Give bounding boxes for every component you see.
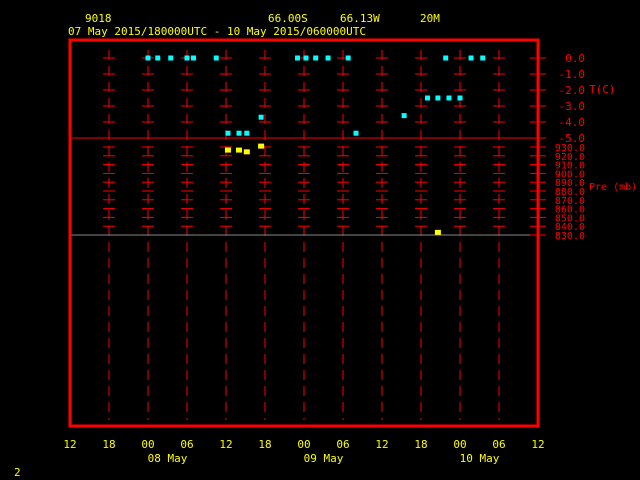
temperature-point — [425, 95, 430, 101]
temperature-point — [313, 55, 319, 61]
temperature-point — [353, 130, 359, 136]
latitude: 66.00S — [268, 12, 308, 25]
temperature-point — [325, 55, 331, 61]
pressure-tick-label: 830.0 — [555, 231, 585, 242]
temperature-point — [303, 55, 309, 61]
temperature-point — [191, 55, 196, 61]
page-number: 2 — [14, 466, 21, 479]
meteogram-chart: 0.0-1.0-2.0-3.0-4.0-5.0930.0920.0910.090… — [14, 12, 637, 479]
temperature-point — [295, 55, 300, 61]
x-tick-label: 18 — [102, 438, 115, 451]
x-tick-label: 06 — [492, 438, 505, 451]
temperature-tick-label: 0.0 — [565, 52, 585, 65]
x-tick-label: 18 — [258, 438, 271, 451]
longitude: 66.13W — [340, 12, 380, 25]
date-label: 08 May — [148, 452, 188, 465]
temperature-point — [168, 55, 174, 61]
temperature-point — [443, 55, 449, 61]
temperature-point — [468, 55, 474, 61]
temperature-point — [155, 55, 161, 61]
x-tick-label: 00 — [453, 438, 466, 451]
pressure-point — [224, 147, 231, 153]
temperature-point — [457, 95, 463, 101]
x-axis: 12 18 00 06 12 18 00 06 12 18 00 06 12 08 May 09 May 10… — [63, 438, 544, 465]
temperature-point — [236, 130, 242, 136]
x-tick-label: 00 — [141, 438, 154, 451]
x-tick-label: 00 — [297, 438, 310, 451]
temperature-tick-label: -2.0 — [559, 84, 586, 97]
x-tick-label: 06 — [180, 438, 193, 451]
temperature-point — [244, 130, 250, 136]
date-label: 09 May — [304, 452, 344, 465]
x-tick-label: 12 — [531, 438, 544, 451]
temperature-point — [258, 114, 264, 120]
temperature-point — [345, 55, 351, 61]
period-label: 07 May 2015/180000UTC - 10 May 2015/0600… — [68, 25, 366, 38]
temperature-point — [213, 55, 219, 61]
temperature-point — [435, 95, 441, 101]
x-tick-label: 18 — [414, 438, 427, 451]
temperature-point — [145, 55, 151, 61]
x-tick-label: 12 — [219, 438, 232, 451]
date-label: 10 May — [460, 452, 500, 465]
temperature-axis-label: T(C) — [589, 83, 616, 96]
elevation: 20M — [420, 12, 440, 25]
pressure-axis-label: Pre (mb) — [589, 182, 637, 193]
pressure-point — [236, 147, 242, 153]
temperature-point — [184, 55, 190, 61]
station-id: 9018 — [85, 12, 112, 25]
temperature-point — [225, 130, 231, 136]
x-tick-label: 06 — [336, 438, 349, 451]
x-tick-label: 12 — [63, 438, 76, 451]
temperature-point — [480, 55, 486, 61]
x-tick-label: 12 — [375, 438, 388, 451]
pressure-point — [258, 143, 265, 149]
temperature-tick-label: -3.0 — [559, 100, 586, 113]
temperature-tick-label: -4.0 — [559, 116, 586, 129]
temperature-point — [446, 95, 452, 101]
data-points — [145, 55, 486, 235]
temperature-tick-label: -1.0 — [559, 68, 586, 81]
pressure-point — [434, 229, 441, 235]
temperature-point — [401, 113, 407, 119]
pressure-point — [243, 149, 250, 155]
